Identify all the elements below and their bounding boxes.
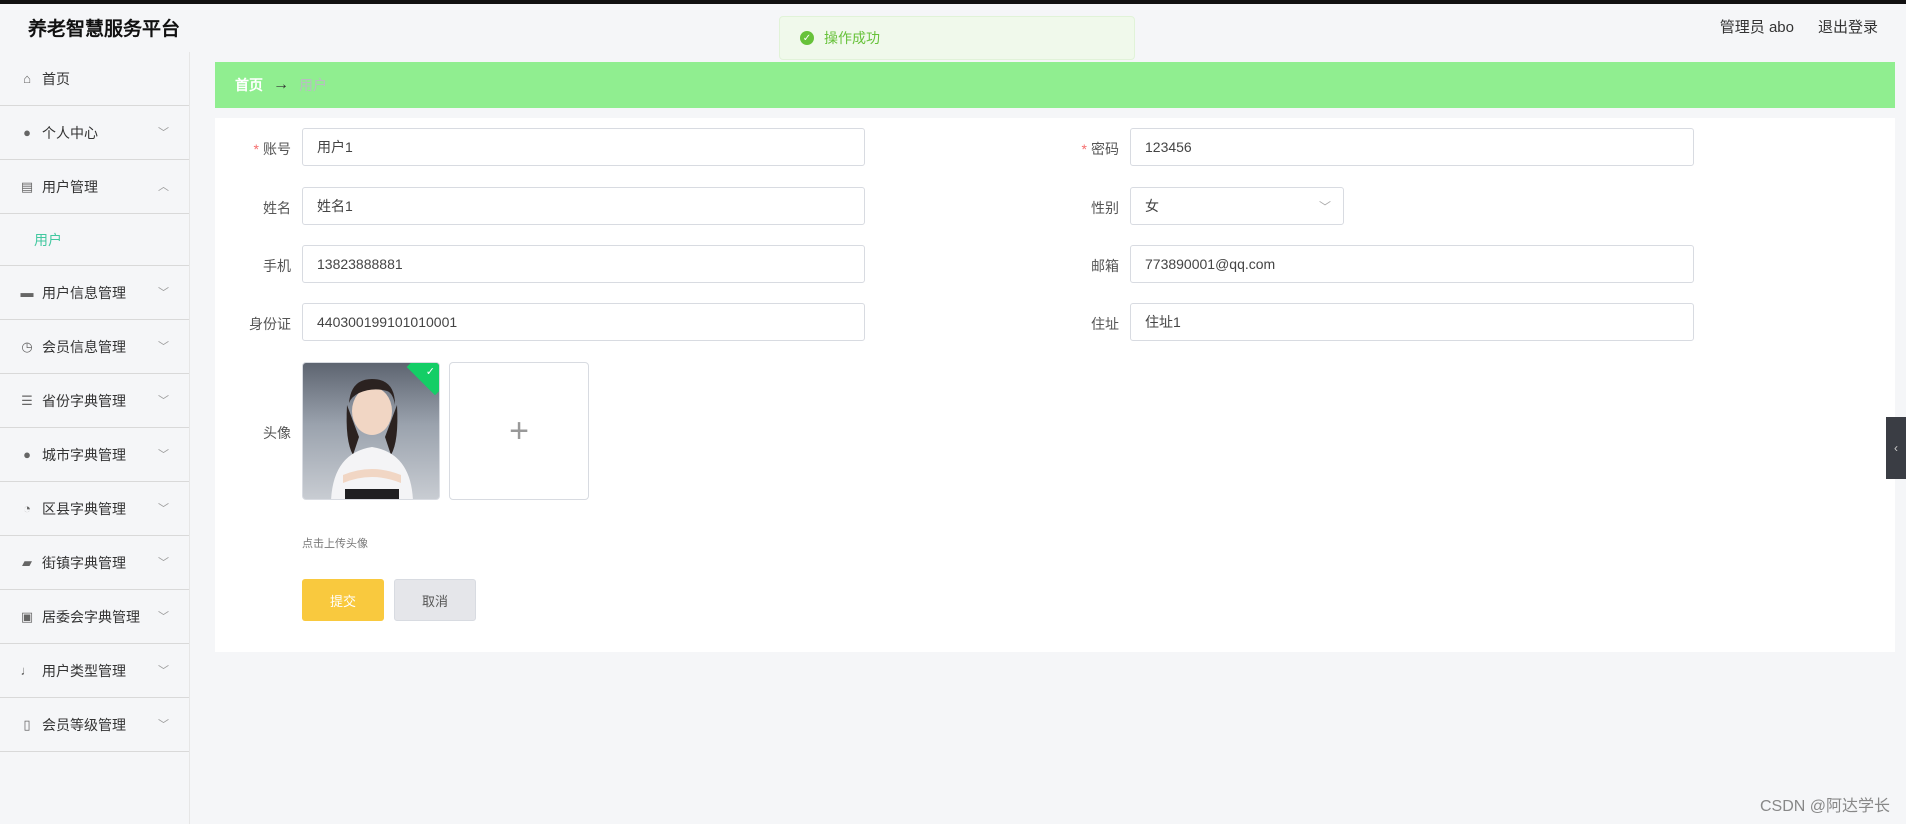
- ticket-icon: ▰: [22, 554, 32, 570]
- chevron-left-icon: ‹: [1894, 441, 1898, 455]
- account-label: * 账号: [253, 141, 291, 157]
- phone-icon: ▯: [23, 716, 31, 732]
- sidebar-item-user-management[interactable]: ▤ 用户管理 ︿: [0, 160, 189, 214]
- name-field[interactable]: 姓名1: [302, 187, 865, 225]
- submit-button[interactable]: 提交: [302, 579, 384, 621]
- briefcase-icon: ▣: [20, 608, 34, 624]
- person-photo: [331, 379, 413, 499]
- sidebar-item-label: 用户信息管理: [42, 284, 126, 301]
- chevron-down-icon: ﹀: [158, 287, 169, 299]
- gender-select[interactable]: 女 ﹀: [1130, 187, 1344, 225]
- sidebar-item-home[interactable]: ⌂ 首页: [0, 52, 189, 106]
- sidebar: ⌂ 首页 ● 个人中心 ﹀ ▤ 用户管理 ︿ 用户 ▬ 用户信息管理 ﹀ ◷ 会…: [0, 52, 190, 824]
- logout-link[interactable]: 退出登录: [1818, 16, 1878, 37]
- mic-icon: ♩: [20, 663, 34, 678]
- required-mark: *: [253, 141, 259, 157]
- sidebar-item-label: 会员信息管理: [42, 338, 126, 355]
- sidebar-item-province-dict[interactable]: ☰ 省份字典管理 ﹀: [0, 374, 189, 428]
- phone-field[interactable]: 13823888881: [302, 245, 865, 283]
- required-mark: *: [1081, 141, 1087, 157]
- chevron-down-icon: ﹀: [1318, 200, 1331, 214]
- plus-icon: +: [509, 411, 529, 450]
- chevron-down-icon: ﹀: [158, 127, 169, 139]
- upload-avatar-button[interactable]: +: [449, 362, 589, 500]
- breadcrumb-home[interactable]: 首页: [235, 75, 263, 95]
- sidebar-item-member-info[interactable]: ◷ 会员信息管理 ﹀: [0, 320, 189, 374]
- id-card-field[interactable]: 440300199101010001: [302, 303, 865, 341]
- sidebar-item-label: 会员等级管理: [42, 716, 126, 733]
- sidebar-subitem-user[interactable]: 用户: [0, 214, 189, 266]
- breadcrumb-current: 用户: [299, 77, 327, 93]
- check-icon: ✓: [425, 366, 435, 378]
- sidebar-item-label: 用户管理: [42, 178, 98, 195]
- chevron-down-icon: ﹀: [158, 719, 169, 731]
- avatar-label: 头像: [263, 425, 291, 441]
- sidebar-item-label: 街镇字典管理: [42, 554, 126, 571]
- sidebar-item-label: 居委会字典管理: [42, 608, 140, 625]
- collapse-handle[interactable]: ‹: [1886, 417, 1906, 479]
- chevron-down-icon: ﹀: [158, 341, 169, 353]
- breadcrumb: 首页 → 用户: [215, 62, 1895, 108]
- toast-message: 操作成功: [824, 30, 880, 46]
- sidebar-item-user-type[interactable]: ♩ 用户类型管理 ﹀: [0, 644, 189, 698]
- address-label: 住址: [1091, 316, 1119, 332]
- email-field[interactable]: 773890001@qq.com: [1130, 245, 1694, 283]
- address-field[interactable]: 住址1: [1130, 303, 1694, 341]
- sidebar-item-label: 首页: [42, 70, 70, 87]
- app-title: 养老智慧服务平台: [28, 19, 181, 40]
- person-icon: ●: [23, 125, 31, 140]
- gender-label: 性别: [1091, 200, 1119, 216]
- chevron-down-icon: ﹀: [158, 611, 169, 623]
- phone-label: 手机: [263, 258, 291, 274]
- sidebar-item-label: 省份字典管理: [42, 392, 126, 409]
- sidebar-item-label: 区县字典管理: [42, 500, 126, 517]
- success-toast: ✓ 操作成功: [779, 16, 1135, 60]
- chevron-down-icon: ﹀: [158, 449, 169, 461]
- chart-icon: ▤: [20, 178, 34, 194]
- watermark: CSDN @阿达学长: [1759, 798, 1890, 815]
- list-icon: ☰: [21, 392, 33, 408]
- account-field[interactable]: 用户1: [302, 128, 865, 166]
- cancel-button[interactable]: 取消: [394, 579, 476, 621]
- password-field[interactable]: 123456: [1130, 128, 1694, 166]
- sidebar-item-label: 城市字典管理: [42, 446, 126, 463]
- check-circle-icon: ✓: [800, 31, 814, 45]
- email-label: 邮箱: [1091, 258, 1119, 274]
- chevron-down-icon: ﹀: [158, 395, 169, 407]
- upload-hint: 点击上传头像: [302, 538, 368, 550]
- id-card-label: 身份证: [249, 316, 291, 332]
- header-right: 管理员 abo 退出登录: [1720, 16, 1878, 37]
- sidebar-item-label: 用户类型管理: [42, 662, 126, 679]
- compass-icon: ◔: [23, 501, 31, 516]
- user-form-panel: * 账号 用户1 * 密码 123456 姓名 姓名1 性别 女 ﹀ 手机 13823…: [215, 118, 1895, 652]
- sidebar-item-personal-center[interactable]: ● 个人中心 ﹀: [0, 106, 189, 160]
- chevron-up-icon: ︿: [158, 181, 169, 193]
- sidebar-item-user-info[interactable]: ▬ 用户信息管理 ﹀: [0, 266, 189, 320]
- sidebar-item-label: 个人中心: [42, 124, 98, 141]
- sidebar-item-street-dict[interactable]: ▰ 街镇字典管理 ﹀: [0, 536, 189, 590]
- person-icon: ●: [23, 447, 31, 462]
- chevron-down-icon: ﹀: [158, 557, 169, 569]
- admin-label: 管理员 abo: [1719, 19, 1794, 36]
- name-label: 姓名: [263, 200, 291, 216]
- avatar-image[interactable]: ✓: [302, 362, 440, 500]
- chevron-down-icon: ﹀: [158, 665, 169, 677]
- sidebar-item-district-dict[interactable]: ◔ 区县字典管理 ﹀: [0, 482, 189, 536]
- sidebar-item-city-dict[interactable]: ● 城市字典管理 ﹀: [0, 428, 189, 482]
- arrow-right-icon: →: [273, 76, 289, 93]
- monitor-icon: ▬: [20, 285, 34, 300]
- home-icon: ⌂: [23, 71, 31, 86]
- clock-icon: ◷: [21, 338, 33, 354]
- sidebar-item-committee-dict[interactable]: ▣ 居委会字典管理 ﹀: [0, 590, 189, 644]
- password-label: * 密码: [1081, 141, 1119, 157]
- sidebar-subitem-label: 用户: [34, 231, 62, 248]
- sidebar-item-member-level[interactable]: ▯ 会员等级管理 ﹀: [0, 698, 189, 752]
- chevron-down-icon: ﹀: [158, 503, 169, 515]
